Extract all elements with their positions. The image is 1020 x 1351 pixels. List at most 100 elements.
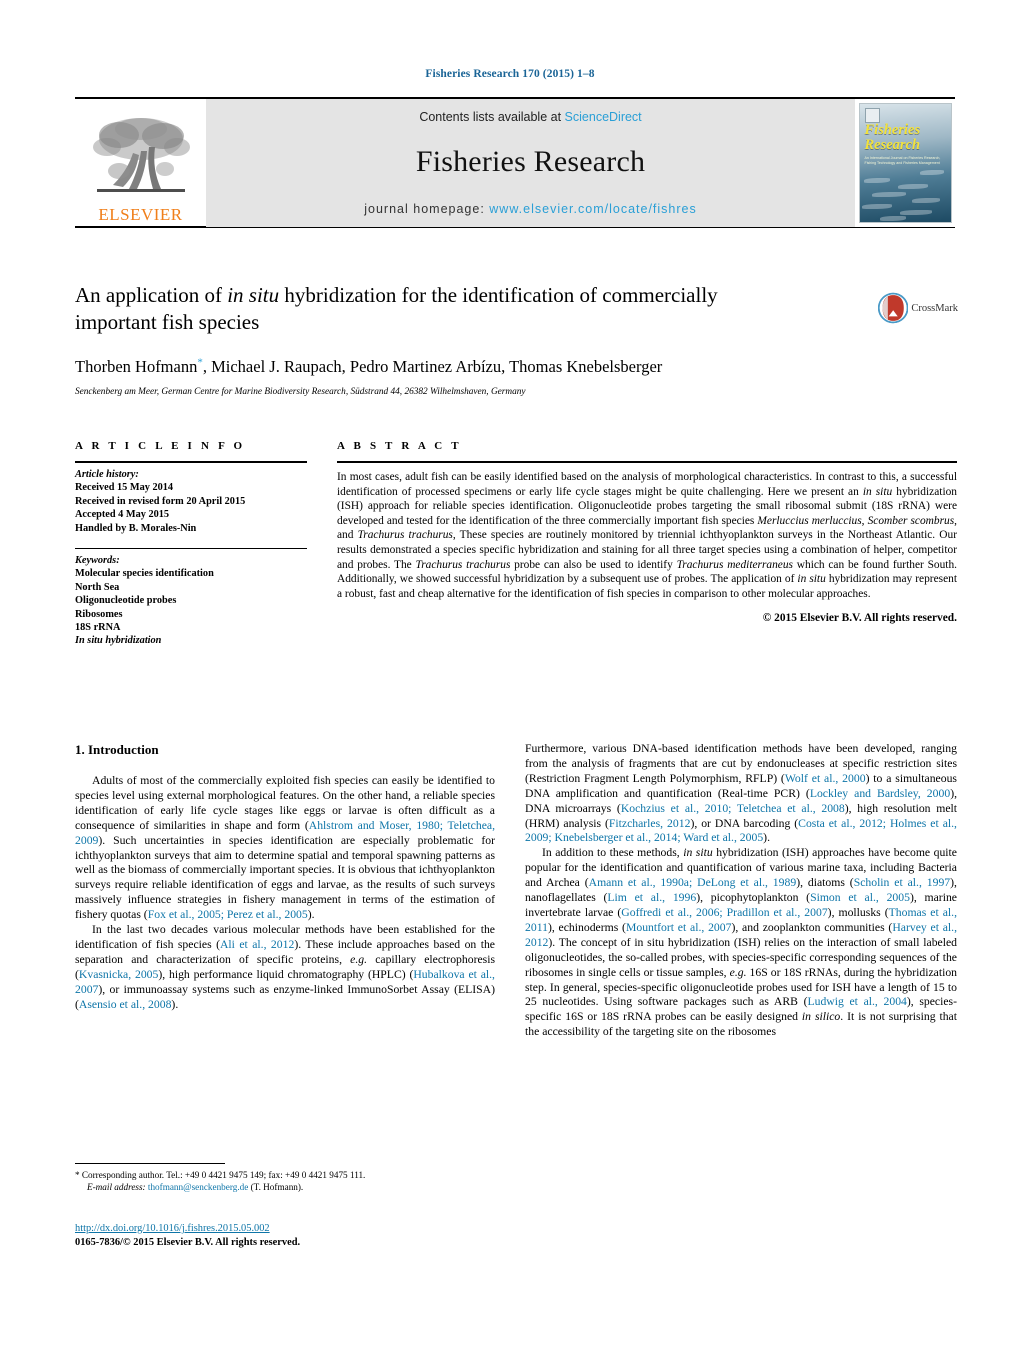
corresponding-author-line: * Corresponding author. Tel.: +49 0 4421… bbox=[75, 1169, 495, 1181]
cover-fish-decor bbox=[871, 192, 906, 197]
article-info-heading: A R T I C L E I N F O bbox=[75, 440, 246, 452]
cover-subtitle: An International Journal on Fisheries Re… bbox=[864, 156, 941, 165]
keywords-block: Keywords: Molecular species identificati… bbox=[75, 549, 307, 648]
running-head: Fisheries Research 170 (2015) 1–8 bbox=[425, 68, 595, 80]
email-label: E-mail address: bbox=[87, 1182, 146, 1193]
article-history-block: Article history: Received 15 May 2014 Re… bbox=[75, 463, 307, 535]
crossmark-badge[interactable]: CrossMark bbox=[878, 286, 958, 330]
para-italic: e.g. bbox=[350, 952, 368, 966]
email-line: E-mail address: thofmann@senckenberg.de … bbox=[75, 1181, 495, 1193]
citation-link[interactable]: Kochzius et al., 2010; Teletchea et al.,… bbox=[621, 802, 845, 815]
paper-page: Fisheries Research 170 (2015) 1–8 ELSEVI… bbox=[0, 0, 1020, 1351]
crossmark-label: CrossMark bbox=[911, 302, 958, 314]
abs-seg: probe can also be used to identify bbox=[510, 558, 677, 571]
para-seg: ), high performance liquid chromatograph… bbox=[158, 967, 414, 981]
elsevier-tree-icon bbox=[92, 118, 190, 192]
abs-insitu2: in situ bbox=[797, 573, 826, 586]
para-italic: e.g. bbox=[729, 965, 747, 979]
para-seg: ). bbox=[307, 908, 315, 922]
cover-fish-decor bbox=[897, 184, 928, 189]
cover-fish-decor bbox=[863, 178, 890, 183]
para-seg: ), echinoderms ( bbox=[547, 920, 626, 934]
keyword-item: Oligonucleotide probes bbox=[75, 595, 177, 607]
abs-species4: Trachurus mediterraneus bbox=[676, 558, 793, 571]
cover-badge-icon bbox=[864, 108, 880, 123]
doi-link[interactable]: http://dx.doi.org/10.1016/j.fishres.2015… bbox=[75, 1222, 495, 1235]
keywords-label: Keywords: bbox=[75, 555, 120, 567]
homepage-line: journal homepage: www.elsevier.com/locat… bbox=[364, 202, 696, 216]
journal-masthead: ELSEVIER Contents lists available at Sci… bbox=[75, 97, 955, 228]
para-italic: in situ bbox=[683, 846, 713, 860]
cover-image: Fisheries Research An International Jour… bbox=[858, 103, 952, 223]
elsevier-logo: ELSEVIER bbox=[75, 99, 206, 227]
homepage-url-link[interactable]: www.elsevier.com/locate/fishres bbox=[489, 202, 696, 216]
intro-paragraph-1: Adults of most of the commercially explo… bbox=[75, 774, 495, 923]
citation-link[interactable]: Asensio et al., 2008 bbox=[79, 998, 172, 1011]
abs-species1: Merluccius merluccius bbox=[757, 514, 862, 527]
journal-cover-thumbnail: Fisheries Research An International Jour… bbox=[855, 99, 955, 227]
footnote-text: * Corresponding author. Tel.: +49 0 4421… bbox=[75, 1169, 495, 1194]
citation-link[interactable]: Kvasnicka, 2005 bbox=[79, 968, 158, 981]
author-footnote-marker: * bbox=[197, 356, 203, 368]
authors-text: Thorben Hofmann*, Michael J. Raupach, Pe… bbox=[75, 356, 663, 376]
para-seg: ). bbox=[171, 997, 179, 1011]
masthead-center: Contents lists available at ScienceDirec… bbox=[206, 99, 855, 227]
history-item: Accepted 4 May 2015 bbox=[75, 509, 170, 521]
page-title: An application of in situ hybridization … bbox=[75, 282, 755, 336]
citation-link[interactable]: Mountfort et al., 2007 bbox=[626, 921, 732, 934]
title-block: An application of in situ hybridization … bbox=[75, 282, 870, 398]
citation-link[interactable]: Fox et al., 2005; Perez et al., 2005 bbox=[148, 908, 308, 921]
para-seg: ), mollusks ( bbox=[827, 905, 889, 919]
sciencedirect-link[interactable]: ScienceDirect bbox=[565, 110, 642, 124]
citation-link[interactable]: Lim et al., 1996 bbox=[607, 891, 696, 904]
footnote-block: * Corresponding author. Tel.: +49 0 4421… bbox=[75, 1163, 495, 1194]
citation-link[interactable]: Wolf et al., 2000 bbox=[785, 772, 866, 785]
para-seg: ), picophytoplankton ( bbox=[696, 891, 811, 905]
citation-link[interactable]: Lockley and Bardsley, 2000 bbox=[810, 787, 950, 800]
keyword-item: Ribosomes bbox=[75, 608, 123, 620]
homepage-prefix: journal homepage: bbox=[364, 202, 485, 216]
body-column-right: Furthermore, various DNA-based identific… bbox=[525, 742, 957, 1040]
journal-title: Fisheries Research bbox=[415, 145, 646, 178]
copyright-line: © 2015 Elsevier B.V. All rights reserved… bbox=[762, 612, 957, 625]
keyword-item: Molecular species identification bbox=[75, 568, 214, 580]
keyword-item: 18S rRNA bbox=[75, 622, 121, 634]
email-suffix: (T. Hofmann). bbox=[248, 1182, 304, 1193]
citation-link[interactable]: Scholin et al., 1997 bbox=[854, 876, 950, 889]
para-seg: ), or DNA barcoding ( bbox=[690, 816, 799, 830]
citation-link[interactable]: Simon et al., 2005 bbox=[810, 891, 910, 904]
history-item: Received in revised form 20 April 2015 bbox=[75, 495, 246, 507]
citation-link[interactable]: Ludwig et al., 2004 bbox=[807, 995, 906, 1008]
email-link[interactable]: thofmann@senckenberg.de bbox=[148, 1182, 248, 1192]
article-info-section: A R T I C L E I N F O Article history: R… bbox=[75, 440, 307, 648]
cover-title: Fisheries Research bbox=[864, 122, 921, 153]
keyword-item: North Sea bbox=[75, 581, 120, 593]
crossmark-icon bbox=[878, 292, 909, 324]
citation-link[interactable]: Goffredi et al., 2006; Pradillon et al.,… bbox=[621, 906, 827, 919]
citation-link[interactable]: Fitzcharles, 2012 bbox=[609, 817, 691, 830]
abs-insitu: in situ bbox=[862, 485, 893, 498]
abstract-heading: A B S T R A C T bbox=[337, 440, 462, 452]
abstract-section: A B S T R A C T In most cases, adult fis… bbox=[337, 440, 957, 624]
affiliation: Senckenberg am Meer, German Centre for M… bbox=[75, 386, 526, 397]
intro-paragraph-2: In the last two decades various molecula… bbox=[75, 923, 495, 1012]
para-seg: In addition to these methods, bbox=[542, 846, 684, 860]
abs-species3: Trachurus trachurus bbox=[357, 529, 453, 542]
citation-link[interactable]: Ali et al., 2012 bbox=[220, 938, 294, 951]
para-seg: ), and zooplankton communities ( bbox=[731, 920, 893, 934]
abs-species2: Scomber scombrus bbox=[867, 514, 955, 527]
cover-fish-decor bbox=[919, 170, 944, 175]
cover-fish-decor bbox=[911, 198, 940, 203]
body-column-left: 1. Introduction Adults of most of the co… bbox=[75, 742, 495, 1013]
elsevier-wordmark: ELSEVIER bbox=[98, 205, 183, 224]
para-italic: in silico bbox=[801, 1010, 841, 1024]
intro-paragraph-4: In addition to these methods, in situ hy… bbox=[525, 846, 957, 1040]
abs-species3b: Trachurus trachurus bbox=[415, 558, 511, 571]
citation-link[interactable]: Amann et al., 1990a; DeLong et al., 1989 bbox=[589, 876, 797, 889]
cover-fish-decor bbox=[879, 216, 906, 221]
para-seg: ). bbox=[763, 831, 770, 845]
contents-prefix: Contents lists available at bbox=[419, 110, 562, 124]
intro-paragraph-3: Furthermore, various DNA-based identific… bbox=[525, 742, 957, 846]
cover-fish-decor bbox=[899, 210, 932, 215]
issn-copyright-line: 0165-7836/© 2015 Elsevier B.V. All right… bbox=[75, 1237, 301, 1248]
